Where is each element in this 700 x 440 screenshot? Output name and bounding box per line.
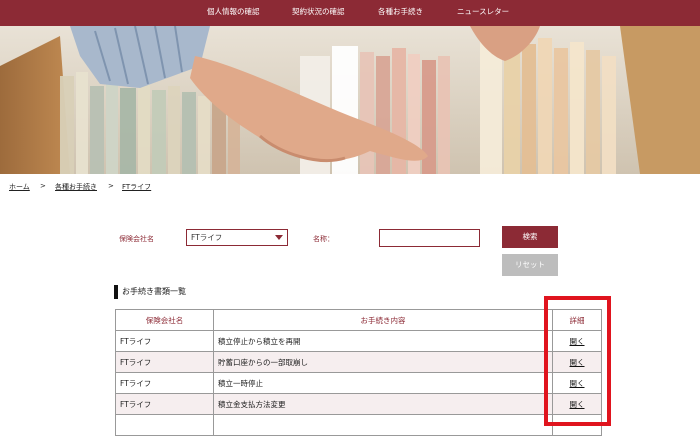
top-navigation: 個人情報の確認 契約状況の確認 各種お手続き ニュースレター bbox=[0, 0, 700, 26]
nav-newsletter[interactable]: ニュースレター bbox=[457, 0, 509, 26]
name-input[interactable] bbox=[379, 229, 480, 247]
company-cell: FTライフ bbox=[115, 372, 214, 394]
hero-image bbox=[0, 26, 700, 174]
name-label: 名称： bbox=[313, 235, 334, 243]
column-header-content: お手続き内容 bbox=[213, 309, 553, 331]
open-link[interactable]: 開く bbox=[570, 379, 585, 388]
reset-button[interactable]: リセット bbox=[502, 254, 558, 276]
procedure-documents-table: 保険会社名 お手続き内容 詳細 FTライフ 積立停止から積立を再開 開く FTラ… bbox=[115, 309, 602, 436]
section-title: お手続き書類一覧 bbox=[114, 285, 186, 299]
content-cell: 貯蓄口座からの一部取崩し bbox=[213, 351, 553, 373]
company-select-value: FTライフ bbox=[191, 233, 223, 242]
nav-procedures[interactable]: 各種お手続き bbox=[378, 0, 423, 26]
table-row: FTライフ 積立金支払方法変更 開く bbox=[115, 393, 602, 415]
breadcrumb-home[interactable]: ホーム bbox=[9, 182, 30, 192]
company-cell: FTライフ bbox=[115, 330, 214, 352]
company-cell: FTライフ bbox=[115, 393, 214, 415]
breadcrumb-current: FTライフ bbox=[122, 183, 152, 191]
table-header-row: 保険会社名 お手続き内容 詳細 bbox=[115, 309, 602, 331]
breadcrumb: ホーム > 各種お手続き > FTライフ bbox=[0, 182, 300, 194]
breadcrumb-procedures[interactable]: 各種お手続き bbox=[55, 182, 97, 192]
breadcrumb-separator: > bbox=[108, 182, 114, 190]
nav-personal-info[interactable]: 個人情報の確認 bbox=[207, 0, 260, 26]
breadcrumb-separator: > bbox=[40, 182, 46, 190]
content-cell: 積立一時停止 bbox=[213, 372, 553, 394]
content-cell: 積立金支払方法変更 bbox=[213, 393, 553, 415]
company-cell bbox=[115, 414, 214, 436]
content-cell: 積立停止から積立を再開 bbox=[213, 330, 553, 352]
open-link[interactable]: 開く bbox=[570, 400, 585, 409]
table-row: FTライフ 積立停止から積立を再開 開く bbox=[115, 330, 602, 352]
company-cell: FTライフ bbox=[115, 351, 214, 373]
nav-contract-status[interactable]: 契約状況の確認 bbox=[292, 0, 345, 26]
chevron-down-icon bbox=[275, 235, 283, 240]
search-button[interactable]: 検索 bbox=[502, 226, 558, 248]
table-row bbox=[115, 414, 602, 436]
table-row: FTライフ 貯蓄口座からの一部取崩し 開く bbox=[115, 351, 602, 373]
company-select[interactable]: FTライフ bbox=[186, 229, 288, 246]
company-label: 保険会社名 bbox=[119, 235, 154, 243]
content-cell bbox=[213, 414, 553, 436]
column-header-company: 保険会社名 bbox=[115, 309, 214, 331]
column-header-detail: 詳細 bbox=[552, 309, 602, 331]
open-link[interactable]: 開く bbox=[570, 337, 585, 346]
open-link[interactable]: 開く bbox=[570, 358, 585, 367]
table-row: FTライフ 積立一時停止 開く bbox=[115, 372, 602, 394]
